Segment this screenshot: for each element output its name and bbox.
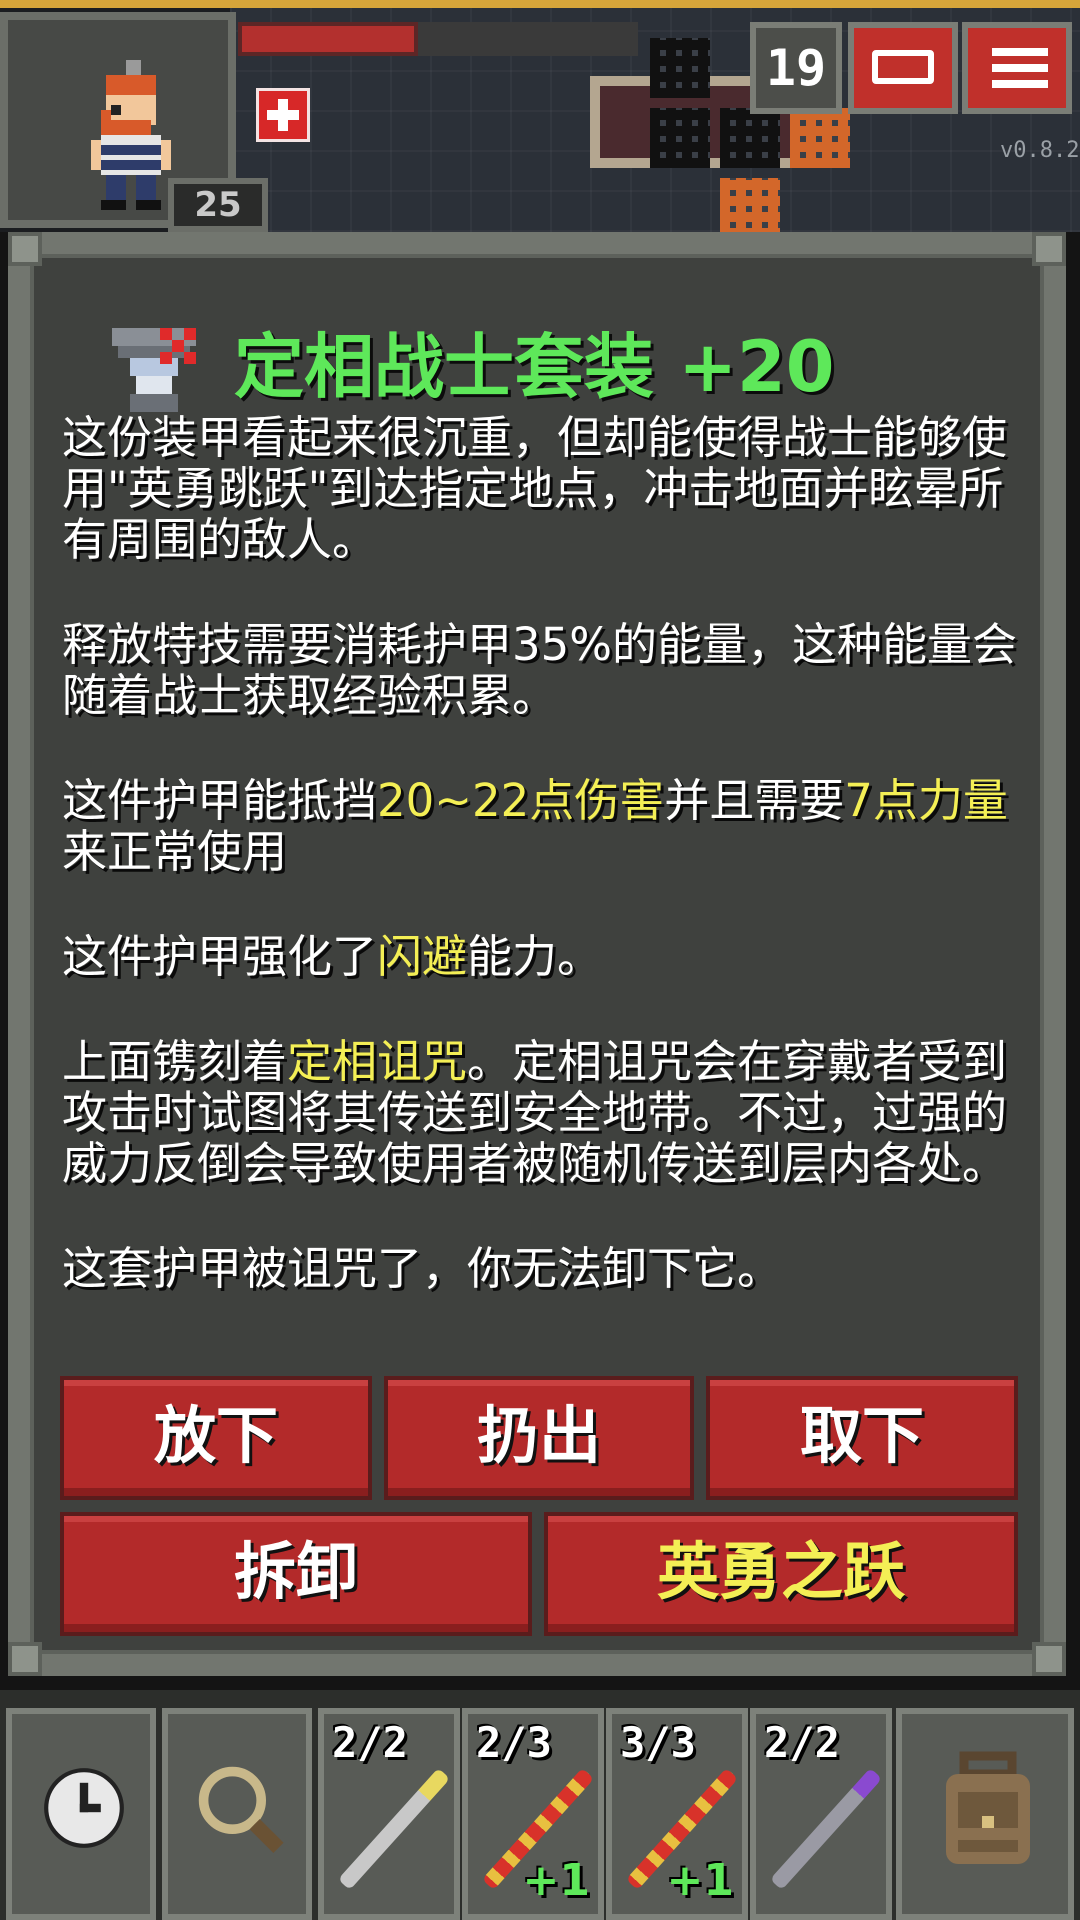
backpack-icon <box>946 1751 1030 1864</box>
dialog-corner <box>1032 1642 1066 1676</box>
heroic-leap-button[interactable]: 英勇之跃 <box>544 1512 1018 1636</box>
warrior-armor-icon <box>112 328 196 412</box>
backpack-button[interactable] <box>896 1708 1074 1920</box>
health-bar <box>238 22 418 56</box>
dungeon-grate-lit <box>790 108 850 168</box>
wand-charges: 2/2 <box>332 1718 408 1767</box>
top-accent-line <box>0 0 1080 8</box>
text-segment: 能力。 <box>467 930 603 983</box>
highlight-armor-value: 20~22点伤害 <box>377 774 665 827</box>
upgrade-level: +1 <box>522 1855 590 1906</box>
upgrade-level: +1 <box>666 1855 734 1906</box>
highlight-glyph: 闪避 <box>377 930 468 983</box>
quickslot-toolbar: 2/2 2/3 +1 3/3 +1 2/2 <box>0 1690 1080 1920</box>
quickslot-3[interactable]: 3/3 +1 <box>606 1708 748 1920</box>
depth-indicator[interactable]: 19 <box>750 22 842 114</box>
wand-icon <box>337 1767 451 1891</box>
healing-buff-icon[interactable] <box>256 88 310 142</box>
description-paragraph: 上面镌刻着定相诅咒。定相诅咒会在穿戴者受到攻击时试图将其传送到安全地带。不过，过… <box>62 1036 1032 1189</box>
wand-charges: 2/2 <box>764 1718 840 1767</box>
drop-button[interactable]: 放下 <box>60 1376 372 1500</box>
quickslot-2[interactable]: 2/3 +1 <box>462 1708 604 1920</box>
description-paragraph: 这件护甲强化了闪避能力。 <box>62 931 1032 982</box>
dungeon-grate-lit <box>720 178 780 238</box>
text-segment: 来正常使用 <box>62 825 288 878</box>
wand-charges: 2/3 <box>476 1718 552 1767</box>
description-paragraph: 释放特技需要消耗护甲35%的能量，这种能量会随着战士获取经验积累。 <box>62 618 1018 722</box>
search-button[interactable] <box>162 1708 312 1920</box>
throw-button[interactable]: 扔出 <box>384 1376 694 1500</box>
text-segment: 这件护甲强化了 <box>62 930 378 983</box>
status-bar: 25 19 v0.8.2 <box>0 0 1080 238</box>
item-title: 定相战士套装 +20 <box>234 326 835 408</box>
highlight-strength-req: 7点力量 <box>844 774 1008 827</box>
wand-of-disintegration-icon <box>769 1767 883 1891</box>
unequip-button[interactable]: 取下 <box>706 1376 1018 1500</box>
wait-button[interactable] <box>6 1708 156 1920</box>
journal-button[interactable] <box>848 22 958 114</box>
description-paragraph: 这件护甲能抵挡20~22点伤害并且需要7点力量来正常使用 <box>62 775 1032 877</box>
text-segment: 上面镌刻着 <box>62 1035 288 1088</box>
dialog-corner <box>8 1642 42 1676</box>
quickslot-4[interactable]: 2/2 <box>750 1708 892 1920</box>
dialog-corner <box>1032 232 1066 266</box>
clock-icon <box>44 1768 124 1848</box>
description-paragraph: 这份装甲看起来很沉重，但却能使得战士能够使用"英勇跳跃"到达指定地点，冲击地面并… <box>62 411 1008 566</box>
warrior-hero-icon <box>91 60 171 210</box>
dungeon-grate <box>650 108 710 168</box>
highlight-curse: 定相诅咒 <box>287 1035 468 1088</box>
item-description: 这份装甲看起来很沉重，但却能使得战士能够使用"英勇跳跃"到达指定地点，冲击地面并… <box>62 412 1032 1348</box>
dungeon-grate <box>720 108 780 168</box>
dialog-corner <box>8 232 42 266</box>
wand-charges: 3/3 <box>620 1718 696 1767</box>
version-label: v0.8.2 <box>1000 138 1080 163</box>
menu-button[interactable] <box>962 22 1072 114</box>
hero-level: 25 <box>168 178 268 232</box>
search-icon <box>198 1766 284 1853</box>
dialog-header: 定相战士套装 +20 <box>64 316 1054 412</box>
quickslot-1[interactable]: 2/2 <box>318 1708 460 1920</box>
journal-icon <box>872 50 934 84</box>
disassemble-button[interactable]: 拆卸 <box>60 1512 532 1636</box>
description-paragraph: 这套护甲被诅咒了，你无法卸下它。 <box>62 1242 783 1295</box>
text-segment: 这件护甲能抵挡 <box>62 774 378 827</box>
text-segment: 并且需要 <box>664 774 845 827</box>
dungeon-grate <box>650 38 710 98</box>
